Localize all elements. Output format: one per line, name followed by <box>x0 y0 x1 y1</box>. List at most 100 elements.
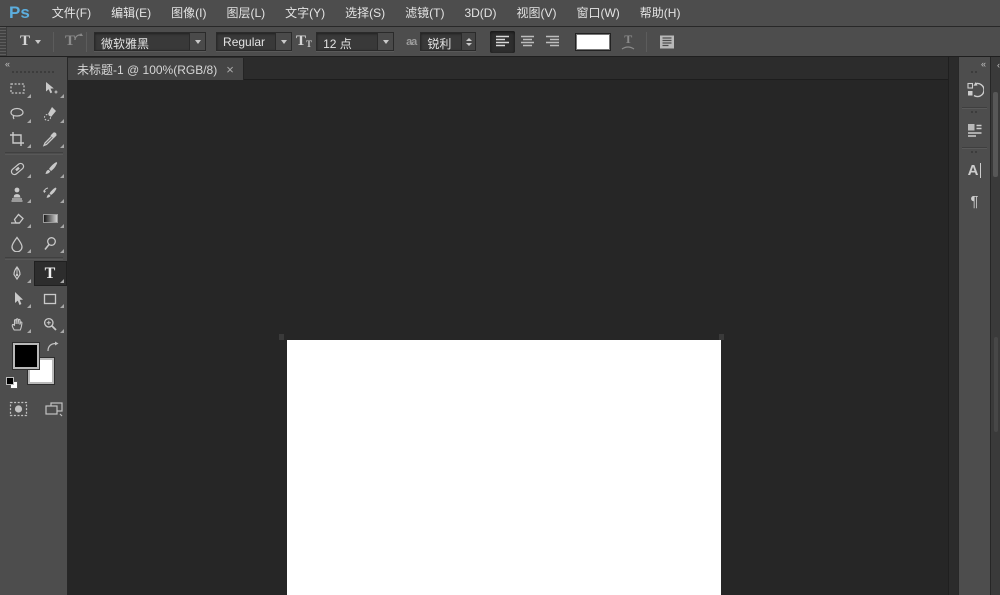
panel-group-separator <box>962 107 987 109</box>
collapse-arrows-icon: ‹ <box>997 60 999 70</box>
history-brush-tool[interactable] <box>34 181 67 206</box>
warp-text-button[interactable]: T <box>617 31 639 52</box>
text-color-swatch[interactable] <box>575 33 611 51</box>
menu-file[interactable]: 文件(F) <box>42 0 101 26</box>
type-tool-icon: T <box>45 266 56 282</box>
font-size-select[interactable]: 12 点 <box>316 32 394 51</box>
eraser-icon <box>9 211 25 226</box>
menu-edit[interactable]: 编辑(E) <box>101 0 161 26</box>
align-right-button[interactable] <box>540 31 565 53</box>
font-style-value: Regular <box>217 33 275 50</box>
quick-mask-button[interactable] <box>9 401 28 417</box>
lasso-icon <box>9 106 25 121</box>
history-brush-icon <box>42 186 58 202</box>
tool-preset-picker[interactable]: T <box>15 32 46 51</box>
document-tab[interactable]: 未标题-1 @ 100%(RGB/8) × <box>68 58 244 80</box>
menu-filter[interactable]: 滤镜(T) <box>395 0 454 26</box>
character-panel-icon: A <box>968 162 982 179</box>
panel-grip <box>971 71 978 73</box>
font-size-value: 12 点 <box>317 33 377 50</box>
warp-text-icon: T <box>624 33 632 45</box>
eraser-tool[interactable] <box>1 206 34 231</box>
rectangle-icon <box>42 292 58 306</box>
hand-tool[interactable] <box>1 311 34 336</box>
move-tool[interactable] <box>34 76 67 101</box>
menu-help[interactable]: 帮助(H) <box>630 0 691 26</box>
separator <box>53 32 54 52</box>
screen-mode-button[interactable] <box>44 401 64 417</box>
anti-alias-select[interactable]: 锐利 <box>420 32 476 51</box>
spot-healing-brush-tool[interactable] <box>1 156 34 181</box>
canvas-pasteboard[interactable] <box>68 80 948 595</box>
lasso-tool[interactable] <box>1 101 34 126</box>
gradient-tool[interactable] <box>34 206 67 231</box>
options-bar-grip[interactable] <box>0 27 7 56</box>
tool-group-separator <box>5 152 63 155</box>
swap-colors-button[interactable] <box>46 341 59 353</box>
marquee-icon <box>9 81 26 96</box>
menu-window[interactable]: 窗口(W) <box>566 0 629 26</box>
anti-alias-value: 锐利 <box>421 33 461 50</box>
path-selection-tool[interactable] <box>1 286 34 311</box>
scrollbar-thumb[interactable] <box>994 337 998 432</box>
eyedropper-tool[interactable] <box>34 126 67 151</box>
panels-dock-collapse-button[interactable]: « <box>959 57 990 70</box>
type-tool[interactable]: T <box>34 261 67 286</box>
paragraph-panel-button[interactable]: ¶ <box>961 187 989 215</box>
font-family-dropdown-button[interactable] <box>189 33 205 50</box>
default-colors-button[interactable] <box>6 377 18 389</box>
document-canvas[interactable] <box>287 340 721 595</box>
clone-stamp-tool[interactable] <box>1 181 34 206</box>
text-alignment-group <box>490 31 565 53</box>
canvas-corner-mark <box>279 334 284 340</box>
menu-view[interactable]: 视图(V) <box>506 0 566 26</box>
dodge-icon <box>42 236 58 252</box>
chevron-up-icon <box>466 38 472 41</box>
tool-options-bar: T T 微软雅黑 Regular TT 12 点 aa 锐利 <box>0 27 1000 57</box>
menu-layer[interactable]: 图层(L) <box>216 0 275 26</box>
character-panel-button[interactable]: A <box>961 156 989 184</box>
scrollbar-thumb[interactable] <box>993 92 998 177</box>
move-icon <box>42 81 58 97</box>
align-left-button[interactable] <box>490 31 515 53</box>
collapse-arrows-icon: « <box>981 59 985 69</box>
menu-image[interactable]: 图像(I) <box>161 0 216 26</box>
align-center-button[interactable] <box>515 31 540 53</box>
close-tab-button[interactable]: × <box>226 63 234 76</box>
dodge-tool[interactable] <box>34 231 67 256</box>
panel-grip <box>971 111 978 113</box>
zoom-tool[interactable] <box>34 311 67 336</box>
blur-tool[interactable] <box>1 231 34 256</box>
text-orientation-toggle[interactable]: T <box>61 32 79 51</box>
font-family-select[interactable]: 微软雅黑 <box>94 32 206 51</box>
menu-type[interactable]: 文字(Y) <box>275 0 335 26</box>
font-style-select[interactable]: Regular <box>216 32 292 51</box>
menu-select[interactable]: 选择(S) <box>335 0 395 26</box>
dock-gap <box>948 57 958 595</box>
brush-tool[interactable] <box>34 156 67 181</box>
anti-alias-icon: aa <box>406 36 416 48</box>
font-size-dropdown-button[interactable] <box>377 33 393 50</box>
pen-tool[interactable] <box>1 261 34 286</box>
toggle-character-paragraph-panels-button[interactable] <box>654 32 680 52</box>
foreground-color-swatch[interactable] <box>13 343 39 369</box>
toolbox-collapse-button[interactable]: « <box>0 57 67 70</box>
crop-icon <box>9 131 25 147</box>
adjustments-panel-button[interactable] <box>961 116 989 144</box>
crop-tool[interactable] <box>1 126 34 151</box>
anti-alias-spinner[interactable] <box>461 33 475 50</box>
menu-3d[interactable]: 3D(D) <box>454 0 506 26</box>
rectangular-marquee-tool[interactable] <box>1 76 34 101</box>
align-left-icon <box>495 35 510 48</box>
brush-icon <box>42 161 58 177</box>
history-panel-icon <box>966 81 984 99</box>
blur-drop-icon <box>10 236 24 252</box>
menu-bar: Ps 文件(F) 编辑(E) 图像(I) 图层(L) 文字(Y) 选择(S) 滤… <box>0 0 1000 27</box>
quick-selection-tool[interactable] <box>34 101 67 126</box>
rectangle-tool[interactable] <box>34 286 67 311</box>
history-panel-button[interactable] <box>961 76 989 104</box>
tool-group-separator <box>5 257 63 260</box>
swap-arrows-icon <box>46 341 59 353</box>
font-family-value: 微软雅黑 <box>95 33 189 50</box>
font-style-dropdown-button[interactable] <box>275 33 291 50</box>
